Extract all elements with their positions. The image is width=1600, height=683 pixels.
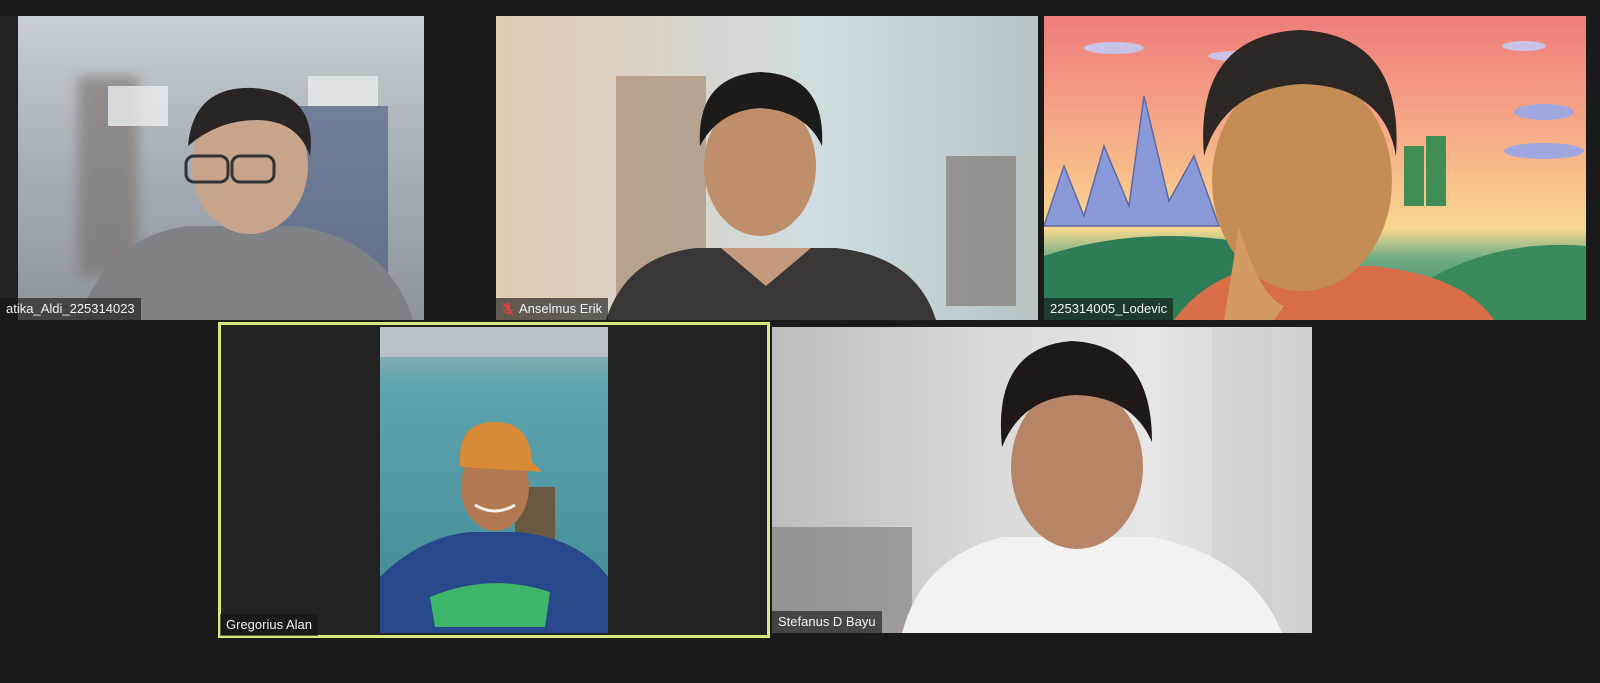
video-frame-4	[380, 327, 608, 633]
participant-tile-2[interactable]: Anselmus Erik	[496, 16, 1038, 320]
video-frame-1	[78, 76, 413, 320]
participant-video-1	[18, 16, 424, 320]
participant-tile-1[interactable]: atika_Aldi_225314023	[0, 16, 424, 320]
video-frame-2	[606, 72, 1016, 320]
participant-name-tag-3: 225314005_Lodevic	[1044, 298, 1174, 320]
participant-name-tag-5: Stefanus D Bayu	[772, 611, 882, 633]
participant-name-4: Gregorius Alan	[226, 617, 312, 632]
participant-tile-4[interactable]: Gregorius Alan	[218, 322, 770, 638]
participant-name-tag-2: Anselmus Erik	[496, 298, 609, 320]
participant-video-3	[1044, 16, 1586, 320]
video-frame-5	[772, 327, 1282, 633]
participant-tile-5[interactable]: Stefanus D Bayu	[772, 327, 1312, 633]
participant-name-3: 225314005_Lodevic	[1050, 301, 1168, 316]
muted-mic-icon	[502, 302, 514, 316]
participant-name-2: Anselmus Erik	[519, 301, 603, 316]
participant-video-5	[772, 327, 1312, 633]
participant-video-2	[496, 16, 1038, 320]
participant-name-tag-1: atika_Aldi_225314023	[0, 298, 141, 320]
participant-video-4	[380, 327, 608, 633]
participant-name-tag-4: Gregorius Alan	[220, 614, 318, 636]
participant-name-1: atika_Aldi_225314023	[6, 301, 135, 316]
participant-tile-3[interactable]: 225314005_Lodevic	[1044, 16, 1586, 320]
participant-name-5: Stefanus D Bayu	[778, 614, 876, 629]
gallery-view: atika_Aldi_225314023 Anselmus Erik 22531…	[0, 0, 1600, 683]
video-frame-3	[1044, 30, 1586, 320]
